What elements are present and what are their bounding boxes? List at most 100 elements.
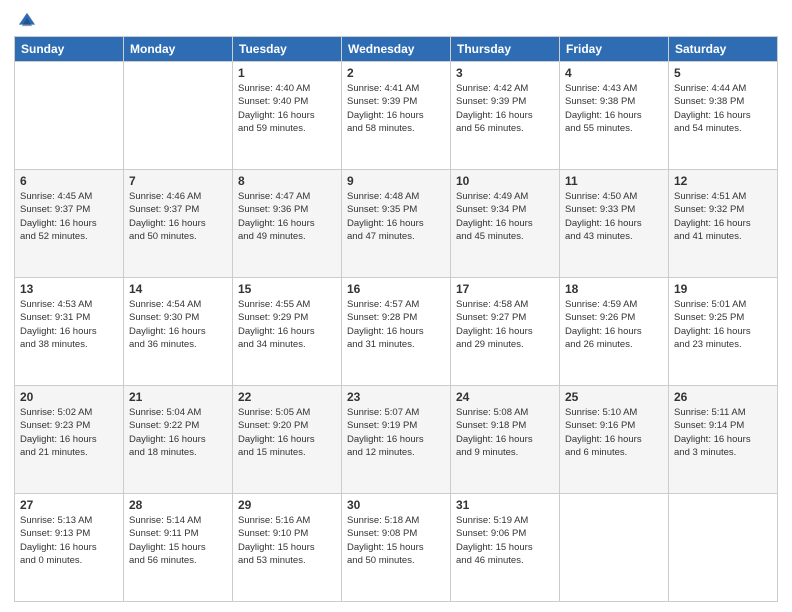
day-number: 14 xyxy=(129,282,227,296)
calendar-cell: 26 Sunrise: 5:11 AM Sunset: 9:14 PM Dayli… xyxy=(669,386,778,494)
day-info: Sunrise: 5:16 AM Sunset: 9:10 PM Dayligh… xyxy=(238,514,336,567)
calendar-week-1: 1 Sunrise: 4:40 AM Sunset: 9:40 PM Daylig… xyxy=(15,62,778,170)
calendar-week-2: 6 Sunrise: 4:45 AM Sunset: 9:37 PM Daylig… xyxy=(15,170,778,278)
day-number: 2 xyxy=(347,66,445,80)
day-info: Sunrise: 5:04 AM Sunset: 9:22 PM Dayligh… xyxy=(129,406,227,459)
day-info: Sunrise: 5:11 AM Sunset: 9:14 PM Dayligh… xyxy=(674,406,772,459)
day-number: 6 xyxy=(20,174,118,188)
day-number: 8 xyxy=(238,174,336,188)
calendar-header-saturday: Saturday xyxy=(669,37,778,62)
day-info: Sunrise: 5:10 AM Sunset: 9:16 PM Dayligh… xyxy=(565,406,663,459)
day-info: Sunrise: 4:43 AM Sunset: 9:38 PM Dayligh… xyxy=(565,82,663,135)
day-number: 22 xyxy=(238,390,336,404)
day-info: Sunrise: 4:46 AM Sunset: 9:37 PM Dayligh… xyxy=(129,190,227,243)
day-number: 28 xyxy=(129,498,227,512)
calendar-cell: 21 Sunrise: 5:04 AM Sunset: 9:22 PM Dayli… xyxy=(124,386,233,494)
calendar-cell: 4Sunrise: 4:43 AM Sunset: 9:38 PM Daylig… xyxy=(560,62,669,170)
day-info: Sunrise: 4:50 AM Sunset: 9:33 PM Dayligh… xyxy=(565,190,663,243)
day-number: 15 xyxy=(238,282,336,296)
day-info: Sunrise: 5:13 AM Sunset: 9:13 PM Dayligh… xyxy=(20,514,118,567)
calendar-header-row: SundayMondayTuesdayWednesdayThursdayFrid… xyxy=(15,37,778,62)
logo xyxy=(14,10,40,32)
calendar-cell: 9 Sunrise: 4:48 AM Sunset: 9:35 PM Daylig… xyxy=(342,170,451,278)
day-number: 31 xyxy=(456,498,554,512)
day-number: 20 xyxy=(20,390,118,404)
day-number: 30 xyxy=(347,498,445,512)
day-info: Sunrise: 4:48 AM Sunset: 9:35 PM Dayligh… xyxy=(347,190,445,243)
day-info: Sunrise: 5:19 AM Sunset: 9:06 PM Dayligh… xyxy=(456,514,554,567)
day-info: Sunrise: 4:51 AM Sunset: 9:32 PM Dayligh… xyxy=(674,190,772,243)
day-info: Sunrise: 4:42 AM Sunset: 9:39 PM Dayligh… xyxy=(456,82,554,135)
calendar-cell: 30 Sunrise: 5:18 AM Sunset: 9:08 PM Dayli… xyxy=(342,494,451,602)
logo-icon xyxy=(16,10,38,32)
calendar-cell: 16 Sunrise: 4:57 AM Sunset: 9:28 PM Dayli… xyxy=(342,278,451,386)
day-info: Sunrise: 4:59 AM Sunset: 9:26 PM Dayligh… xyxy=(565,298,663,351)
day-number: 5 xyxy=(674,66,772,80)
calendar-cell: 19 Sunrise: 5:01 AM Sunset: 9:25 PM Dayli… xyxy=(669,278,778,386)
calendar-cell: 24 Sunrise: 5:08 AM Sunset: 9:18 PM Dayli… xyxy=(451,386,560,494)
day-info: Sunrise: 5:01 AM Sunset: 9:25 PM Dayligh… xyxy=(674,298,772,351)
calendar-cell: 31 Sunrise: 5:19 AM Sunset: 9:06 PM Dayli… xyxy=(451,494,560,602)
day-number: 23 xyxy=(347,390,445,404)
day-info: Sunrise: 4:49 AM Sunset: 9:34 PM Dayligh… xyxy=(456,190,554,243)
calendar-week-5: 27 Sunrise: 5:13 AM Sunset: 9:13 PM Dayli… xyxy=(15,494,778,602)
day-info: Sunrise: 4:57 AM Sunset: 9:28 PM Dayligh… xyxy=(347,298,445,351)
day-info: Sunrise: 4:47 AM Sunset: 9:36 PM Dayligh… xyxy=(238,190,336,243)
calendar-cell: 25 Sunrise: 5:10 AM Sunset: 9:16 PM Dayli… xyxy=(560,386,669,494)
header xyxy=(14,10,778,32)
calendar-cell: 13 Sunrise: 4:53 AM Sunset: 9:31 PM Dayli… xyxy=(15,278,124,386)
calendar-cell xyxy=(560,494,669,602)
calendar-cell: 1 Sunrise: 4:40 AM Sunset: 9:40 PM Daylig… xyxy=(233,62,342,170)
calendar-header-friday: Friday xyxy=(560,37,669,62)
day-info: Sunrise: 5:08 AM Sunset: 9:18 PM Dayligh… xyxy=(456,406,554,459)
day-number: 19 xyxy=(674,282,772,296)
day-info: Sunrise: 4:45 AM Sunset: 9:37 PM Dayligh… xyxy=(20,190,118,243)
day-info: Sunrise: 5:14 AM Sunset: 9:11 PM Dayligh… xyxy=(129,514,227,567)
day-info: Sunrise: 4:40 AM Sunset: 9:40 PM Dayligh… xyxy=(238,82,336,135)
calendar-cell: 18 Sunrise: 4:59 AM Sunset: 9:26 PM Dayli… xyxy=(560,278,669,386)
day-number: 24 xyxy=(456,390,554,404)
day-number: 1 xyxy=(238,66,336,80)
day-number: 18 xyxy=(565,282,663,296)
calendar-cell: 14 Sunrise: 4:54 AM Sunset: 9:30 PM Dayli… xyxy=(124,278,233,386)
calendar-cell: 27 Sunrise: 5:13 AM Sunset: 9:13 PM Dayli… xyxy=(15,494,124,602)
day-info: Sunrise: 4:54 AM Sunset: 9:30 PM Dayligh… xyxy=(129,298,227,351)
day-number: 17 xyxy=(456,282,554,296)
day-number: 21 xyxy=(129,390,227,404)
calendar-cell: 20 Sunrise: 5:02 AM Sunset: 9:23 PM Dayli… xyxy=(15,386,124,494)
calendar-cell: 22 Sunrise: 5:05 AM Sunset: 9:20 PM Dayli… xyxy=(233,386,342,494)
calendar-cell: 23 Sunrise: 5:07 AM Sunset: 9:19 PM Dayli… xyxy=(342,386,451,494)
day-number: 25 xyxy=(565,390,663,404)
day-number: 7 xyxy=(129,174,227,188)
calendar-cell xyxy=(15,62,124,170)
calendar-cell: 2 Sunrise: 4:41 AM Sunset: 9:39 PM Daylig… xyxy=(342,62,451,170)
calendar-cell: 17 Sunrise: 4:58 AM Sunset: 9:27 PM Dayli… xyxy=(451,278,560,386)
calendar-cell xyxy=(669,494,778,602)
calendar-cell: 6 Sunrise: 4:45 AM Sunset: 9:37 PM Daylig… xyxy=(15,170,124,278)
day-number: 10 xyxy=(456,174,554,188)
calendar-cell: 8 Sunrise: 4:47 AM Sunset: 9:36 PM Daylig… xyxy=(233,170,342,278)
day-info: Sunrise: 4:58 AM Sunset: 9:27 PM Dayligh… xyxy=(456,298,554,351)
calendar-table: SundayMondayTuesdayWednesdayThursdayFrid… xyxy=(14,36,778,602)
day-number: 16 xyxy=(347,282,445,296)
day-info: Sunrise: 4:41 AM Sunset: 9:39 PM Dayligh… xyxy=(347,82,445,135)
day-info: Sunrise: 5:02 AM Sunset: 9:23 PM Dayligh… xyxy=(20,406,118,459)
day-info: Sunrise: 5:18 AM Sunset: 9:08 PM Dayligh… xyxy=(347,514,445,567)
day-number: 29 xyxy=(238,498,336,512)
calendar-header-wednesday: Wednesday xyxy=(342,37,451,62)
calendar-header-tuesday: Tuesday xyxy=(233,37,342,62)
day-info: Sunrise: 5:05 AM Sunset: 9:20 PM Dayligh… xyxy=(238,406,336,459)
day-info: Sunrise: 4:53 AM Sunset: 9:31 PM Dayligh… xyxy=(20,298,118,351)
day-number: 27 xyxy=(20,498,118,512)
calendar-cell xyxy=(124,62,233,170)
calendar-cell: 28 Sunrise: 5:14 AM Sunset: 9:11 PM Dayli… xyxy=(124,494,233,602)
day-number: 26 xyxy=(674,390,772,404)
day-number: 11 xyxy=(565,174,663,188)
day-info: Sunrise: 5:07 AM Sunset: 9:19 PM Dayligh… xyxy=(347,406,445,459)
calendar-cell: 11 Sunrise: 4:50 AM Sunset: 9:33 PM Dayli… xyxy=(560,170,669,278)
calendar-cell: 7 Sunrise: 4:46 AM Sunset: 9:37 PM Daylig… xyxy=(124,170,233,278)
day-number: 13 xyxy=(20,282,118,296)
day-number: 9 xyxy=(347,174,445,188)
calendar-header-sunday: Sunday xyxy=(15,37,124,62)
calendar-week-4: 20 Sunrise: 5:02 AM Sunset: 9:23 PM Dayli… xyxy=(15,386,778,494)
